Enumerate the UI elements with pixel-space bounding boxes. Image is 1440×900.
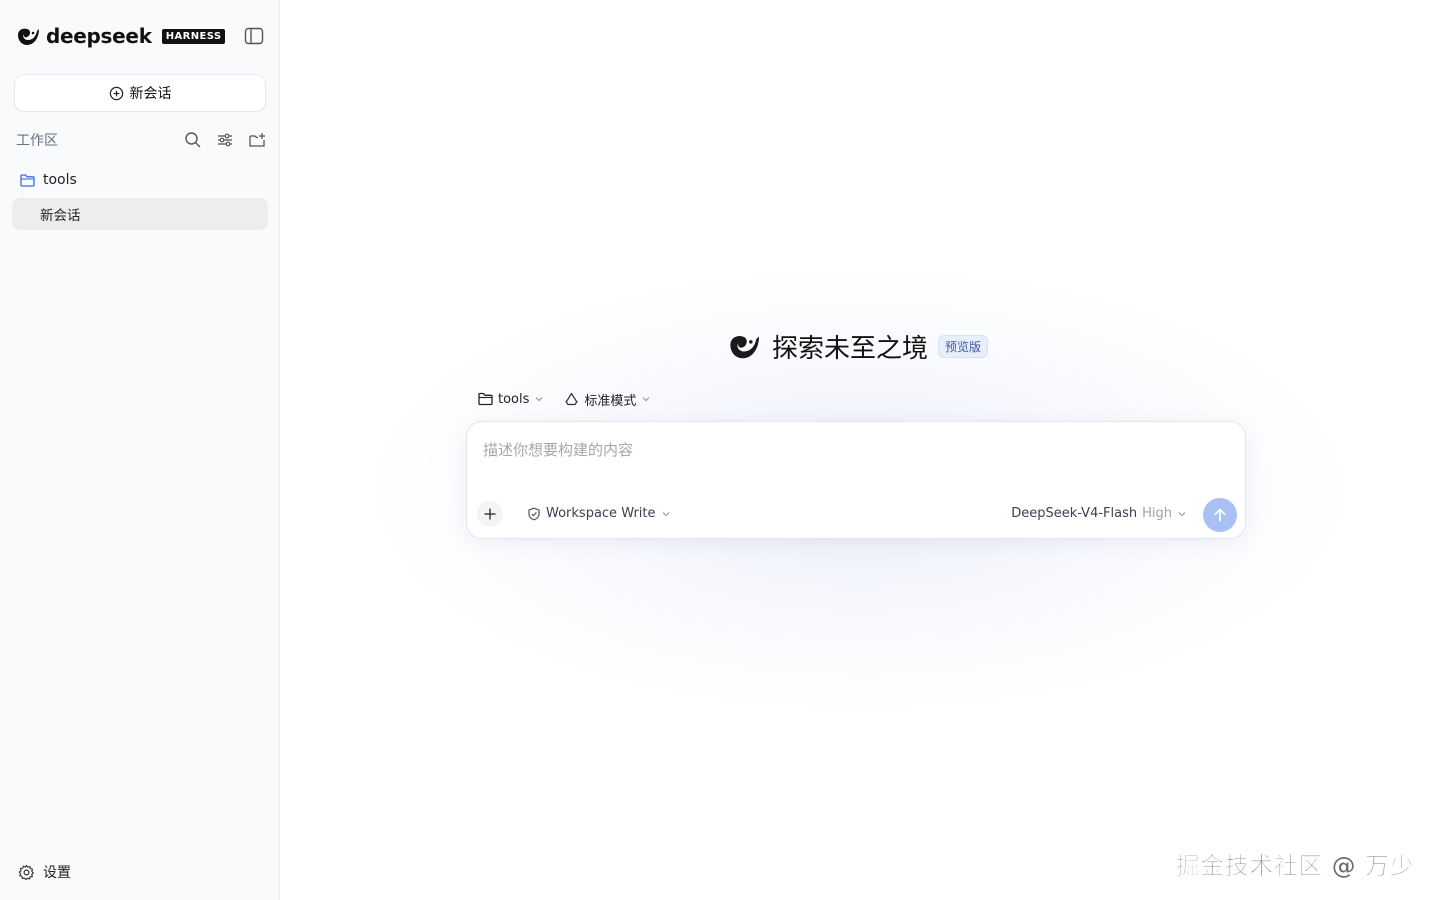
folder-icon: [478, 392, 493, 406]
prompt-composer: Workspace Write DeepSeek-V4-Flash High: [466, 421, 1246, 539]
new-chat-button[interactable]: 新会话: [14, 74, 266, 112]
deepseek-whale-icon: [18, 28, 39, 45]
folder-selector-label: tools: [498, 391, 530, 407]
arrow-up-icon: [1214, 508, 1226, 522]
folder-icon: [20, 173, 35, 187]
shield-check-icon: [528, 507, 540, 520]
model-name: DeepSeek-V4-Flash: [1011, 506, 1138, 521]
chevron-down-icon: [535, 397, 543, 402]
send-button[interactable]: [1203, 498, 1237, 532]
recycle-icon: [565, 392, 578, 406]
gear-icon: [18, 864, 34, 880]
brand-name: deepseek: [46, 24, 152, 48]
filter-button[interactable]: [216, 131, 234, 149]
sidebar-session-item[interactable]: 新会话: [12, 198, 268, 230]
main-area: 探索未至之境 预览版 tools 标准模式 描述你想要构建的内容 Workspa…: [280, 0, 1440, 900]
chevron-down-icon: [1178, 511, 1186, 516]
search-icon: [185, 132, 201, 148]
session-label: 新会话: [40, 208, 81, 224]
hero-title: 探索未至之境: [772, 333, 929, 364]
watermark: 掘金技术社区 @ 万少: [1175, 852, 1414, 881]
sliders-icon: [218, 133, 232, 147]
model-effort: High: [1142, 506, 1172, 521]
brand: deepseek HARNESS: [16, 24, 226, 48]
hero: 探索未至之境 预览版: [726, 328, 989, 364]
plus-circle-icon: [109, 86, 123, 100]
sidebar: deepseek HARNESS 新会话 工作区 tools 新会话 设置: [0, 0, 280, 900]
model-selector[interactable]: DeepSeek-V4-Flash High: [1011, 506, 1187, 521]
new-folder-button[interactable]: [248, 131, 266, 149]
chevron-down-icon: [662, 511, 669, 516]
folder-selector[interactable]: tools: [478, 392, 544, 407]
search-button[interactable]: [184, 131, 202, 149]
permission-label: Workspace Write: [546, 506, 656, 521]
sidebar-folder-tools[interactable]: tools: [20, 170, 77, 190]
workspace-header: 工作区: [16, 130, 266, 150]
attach-button[interactable]: [477, 501, 503, 527]
mode-selector[interactable]: 标准模式: [564, 390, 651, 409]
brand-badge: HARNESS: [161, 28, 226, 44]
prompt-input[interactable]: [483, 438, 1223, 462]
preview-badge: 预览版: [938, 334, 989, 358]
app-window: deepseek HARNESS 新会话 工作区 tools 新会话 设置 探索…: [0, 0, 1440, 900]
workspace-label: 工作区: [16, 133, 58, 149]
folder-label: tools: [43, 172, 77, 188]
sidebar-toggle-icon[interactable]: [244, 27, 264, 45]
deepseek-whale-icon: [730, 335, 759, 359]
settings-label: 设置: [43, 865, 71, 881]
settings-button[interactable]: 设置: [18, 862, 71, 882]
permission-selector[interactable]: Workspace Write: [527, 506, 671, 521]
chevron-down-icon: [642, 397, 650, 402]
plus-icon: [484, 508, 496, 520]
context-selectors: tools 标准模式: [478, 388, 651, 410]
new-chat-label: 新会话: [129, 86, 172, 102]
mode-selector-label: 标准模式: [584, 393, 637, 409]
folder-plus-icon: [249, 133, 265, 147]
